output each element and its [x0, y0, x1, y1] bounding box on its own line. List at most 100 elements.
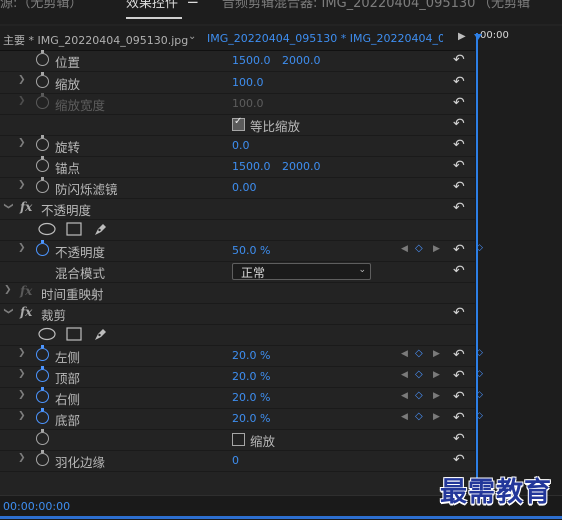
- keyframe-timeline[interactable]: [475, 50, 562, 495]
- reset-icon[interactable]: ↶: [453, 389, 465, 405]
- chevron-down-icon[interactable]: ❯: [3, 202, 13, 210]
- sequence-clip-label[interactable]: IMG_20220404_095130 * IMG_20220404_095..…: [207, 32, 443, 45]
- stopwatch-icon[interactable]: [36, 50, 49, 66]
- reset-icon[interactable]: ↶: [453, 52, 465, 68]
- property-label: 羽化边缘: [55, 455, 106, 470]
- effect-header-opacity[interactable]: ❯ fx 不透明度 ↶: [0, 198, 475, 220]
- master-clip-label[interactable]: 主要 * IMG_20220404_095130.jpg: [3, 32, 188, 48]
- ellipse-mask-icon[interactable]: [38, 222, 56, 236]
- crop-right-value[interactable]: 20.0 %: [232, 391, 270, 404]
- chevron-right-icon[interactable]: ❯: [18, 453, 26, 463]
- crop-left-value[interactable]: 20.0 %: [232, 349, 270, 362]
- active-tab-underline: [126, 17, 182, 19]
- reset-icon[interactable]: ↶: [453, 158, 465, 174]
- mask-tools-row: [0, 219, 475, 241]
- stopwatch-icon[interactable]: [36, 387, 49, 403]
- feather-value[interactable]: 0: [232, 454, 239, 467]
- stopwatch-icon[interactable]: [36, 408, 49, 424]
- add-keyframe-icon[interactable]: ◇: [415, 243, 423, 254]
- next-keyframe-icon[interactable]: ▶: [433, 412, 440, 422]
- reset-icon[interactable]: ↶: [453, 137, 465, 153]
- position-y-value[interactable]: 2000.0: [282, 54, 321, 67]
- zoom-checkbox[interactable]: [232, 433, 245, 446]
- stopwatch-icon[interactable]: [36, 135, 49, 151]
- chevron-right-icon[interactable]: ❯: [18, 138, 26, 148]
- uniform-scale-checkbox[interactable]: ✓: [232, 116, 245, 131]
- anchor-y-value[interactable]: 2000.0: [282, 160, 321, 173]
- reset-icon[interactable]: ↶: [453, 368, 465, 384]
- reset-icon[interactable]: ↶: [453, 431, 465, 447]
- reset-icon[interactable]: ↶: [453, 263, 465, 279]
- chevron-down-icon[interactable]: ❯: [3, 307, 13, 315]
- chevron-right-icon[interactable]: ❯: [18, 348, 26, 358]
- stopwatch-icon[interactable]: [36, 156, 49, 172]
- tab-menu-icon[interactable]: ☰: [187, 0, 199, 7]
- prev-keyframe-icon[interactable]: ◀: [401, 391, 408, 401]
- stopwatch-icon[interactable]: [36, 450, 49, 466]
- chevron-right-icon[interactable]: ❯: [4, 285, 12, 295]
- effect-header-time-remap[interactable]: ❯ fx 时间重映射: [0, 282, 475, 304]
- reset-icon[interactable]: ↶: [453, 200, 465, 216]
- stopwatch-icon[interactable]: [36, 345, 49, 361]
- tab-effect-controls[interactable]: 效果控件: [126, 0, 178, 11]
- reset-icon[interactable]: ↶: [453, 179, 465, 195]
- pen-mask-icon[interactable]: [92, 221, 108, 237]
- anchor-x-value[interactable]: 1500.0: [232, 160, 271, 173]
- fx-icon[interactable]: fx: [20, 305, 32, 319]
- reset-icon[interactable]: ↶: [453, 452, 465, 468]
- next-keyframe-icon[interactable]: ▶: [433, 391, 440, 401]
- stopwatch-icon[interactable]: [36, 240, 49, 256]
- playhead[interactable]: [476, 33, 478, 495]
- property-label: 旋转: [55, 140, 81, 155]
- tab-audio-clip-mixer[interactable]: 音频剪辑混合器: IMG_20220404_095130: [222, 0, 475, 11]
- rectangle-mask-icon[interactable]: [66, 327, 82, 341]
- reset-icon[interactable]: ↶: [453, 74, 465, 90]
- position-x-value[interactable]: 1500.0: [232, 54, 271, 67]
- add-keyframe-icon[interactable]: ◇: [415, 369, 423, 380]
- tab-source[interactable]: 源:（无剪辑）: [0, 0, 82, 11]
- chevron-right-icon[interactable]: ❯: [18, 390, 26, 400]
- add-keyframe-icon[interactable]: ◇: [415, 390, 423, 401]
- add-keyframe-icon[interactable]: ◇: [415, 411, 423, 422]
- reset-icon[interactable]: ↶: [453, 305, 465, 321]
- prev-keyframe-icon[interactable]: ◀: [401, 412, 408, 422]
- stopwatch-icon[interactable]: [36, 72, 49, 88]
- rotation-value[interactable]: 0.0: [232, 139, 250, 152]
- chevron-right-icon[interactable]: ❯: [18, 75, 26, 85]
- pen-mask-icon[interactable]: [92, 326, 108, 342]
- reset-icon[interactable]: ↶: [453, 410, 465, 426]
- ellipse-mask-icon[interactable]: [38, 327, 56, 341]
- reset-icon[interactable]: ↶: [453, 347, 465, 363]
- prev-keyframe-icon[interactable]: ◀: [401, 244, 408, 254]
- current-timecode[interactable]: 00:00:00:00: [3, 500, 70, 513]
- reset-icon[interactable]: ↶: [453, 95, 465, 111]
- playhead-handle-icon[interactable]: [474, 34, 482, 40]
- crop-top-value[interactable]: 20.0 %: [232, 370, 270, 383]
- stopwatch-icon[interactable]: [36, 177, 49, 193]
- reset-icon[interactable]: ↶: [453, 116, 465, 132]
- next-keyframe-icon[interactable]: ▶: [433, 349, 440, 359]
- chevron-down-icon[interactable]: ⌄: [188, 31, 196, 42]
- tab-no-clip[interactable]: （无剪辑: [478, 0, 530, 11]
- chevron-right-icon[interactable]: ❯: [18, 369, 26, 379]
- effect-header-crop[interactable]: ❯ fx 裁剪 ↶: [0, 303, 475, 325]
- next-keyframe-icon[interactable]: ▶: [433, 244, 440, 254]
- rectangle-mask-icon[interactable]: [66, 222, 82, 236]
- anti-flicker-value[interactable]: 0.00: [232, 181, 257, 194]
- scale-value[interactable]: 100.0: [232, 76, 264, 89]
- prev-keyframe-icon[interactable]: ◀: [401, 370, 408, 380]
- fx-icon[interactable]: fx: [20, 200, 32, 214]
- reset-icon[interactable]: ↶: [453, 242, 465, 258]
- crop-bottom-value[interactable]: 20.0 %: [232, 412, 270, 425]
- add-keyframe-icon[interactable]: ◇: [415, 348, 423, 359]
- opacity-value[interactable]: 50.0 %: [232, 244, 270, 257]
- stopwatch-icon[interactable]: [36, 429, 49, 445]
- next-keyframe-icon[interactable]: ▶: [433, 370, 440, 380]
- blend-mode-select[interactable]: 正常 ⌄: [232, 263, 371, 280]
- stopwatch-icon[interactable]: [36, 366, 49, 382]
- chevron-right-icon[interactable]: ❯: [18, 180, 26, 190]
- chevron-right-icon[interactable]: ❯: [18, 411, 26, 421]
- chevron-right-icon[interactable]: ❯: [18, 243, 26, 253]
- prev-keyframe-icon[interactable]: ◀: [401, 349, 408, 359]
- play-icon[interactable]: ▶: [458, 31, 466, 42]
